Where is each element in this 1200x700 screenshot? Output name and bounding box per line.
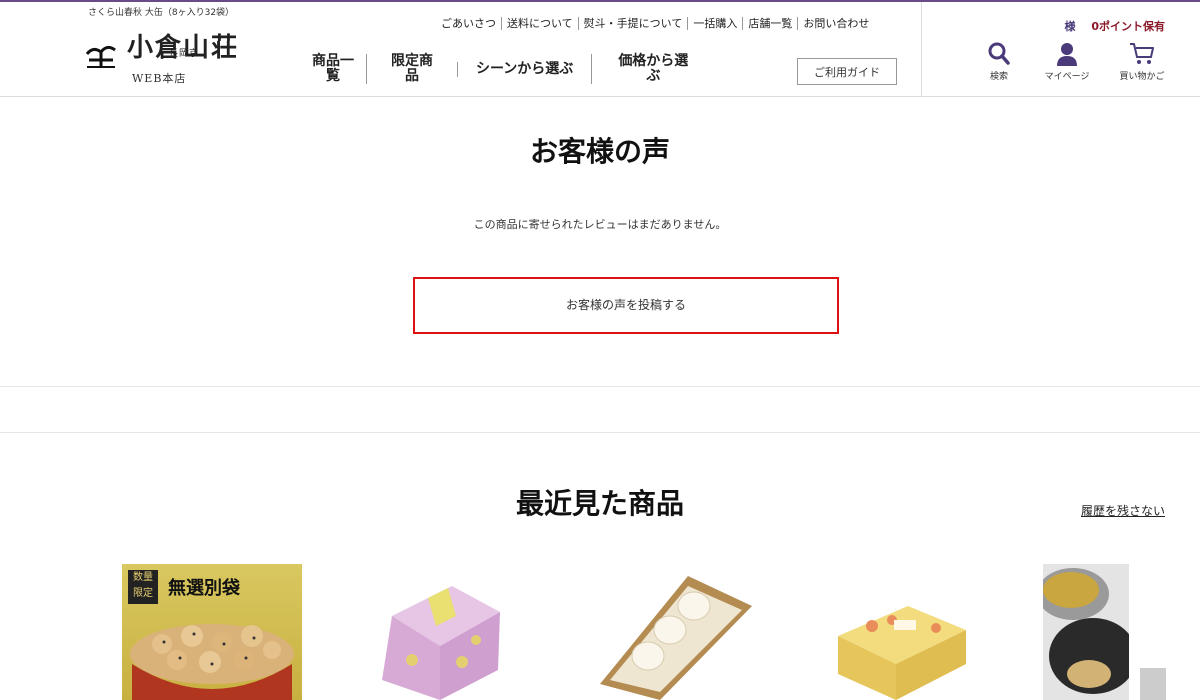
product-3-image <box>600 576 752 700</box>
nav-item-price[interactable]: 価格から選 ぶ <box>591 54 714 84</box>
limited-badge: 数量 限定 <box>128 570 158 604</box>
utility-link-greeting[interactable]: ごあいさつ <box>436 17 501 30</box>
nav-label-line2: 品 <box>405 68 419 84</box>
nav-label-line1: シーンから選ぶ <box>476 60 574 77</box>
clear-history-link[interactable]: 履歴を残さない <box>1081 502 1165 519</box>
reviews-title: お客様の声 <box>529 135 670 168</box>
nav-item-limited[interactable]: 限定商 品 <box>366 54 457 84</box>
search-label: 検索 <box>989 72 1008 82</box>
utility-link-contact[interactable]: お問い合わせ <box>797 17 874 30</box>
utility-link-shipping[interactable]: 送料について <box>501 17 578 30</box>
breadcrumb-tagline: さくら山春秋 大缶（8ヶ入り32袋） <box>88 8 235 18</box>
utility-link-bulk[interactable]: 一括購入 <box>687 17 742 30</box>
nav-label-line1: 限定商 <box>391 53 433 69</box>
product-5-image <box>1043 564 1129 700</box>
logo-web-label: WEB本店 <box>132 72 187 85</box>
user-honorific: 様 <box>1064 20 1076 33</box>
utility-link-noshi[interactable]: 熨斗・手提について <box>577 17 688 30</box>
site-header: さくら山春秋 大缶（8ヶ入り32袋） 長岡京 小倉山荘 WEB本店 ごあいさつ … <box>0 2 1200 97</box>
mypage-button[interactable]: マイページ <box>1037 42 1097 82</box>
main-nav: 商品一 覧 限定商 品 シーンから選ぶ 価格から選 ぶ <box>300 54 714 84</box>
utility-nav: ごあいさつ 送料について 熨斗・手提について 一括購入 店舗一覧 お問い合わせ <box>436 17 874 30</box>
recent-product-5[interactable] <box>1043 564 1129 700</box>
points-balance: 0ポイント保有 <box>1091 20 1165 33</box>
recent-title: 最近見た商品 <box>515 487 684 520</box>
nav-label-line1: 価格から選 <box>618 53 689 69</box>
cart-label: 買い物かご <box>1119 72 1165 82</box>
user-icon <box>1057 43 1077 66</box>
product-2-image <box>382 586 500 700</box>
scroll-to-top-button[interactable] <box>1140 668 1166 700</box>
cart-icon <box>1130 43 1154 64</box>
nav-label-line2: ぶ <box>646 68 661 84</box>
recent-product-2[interactable] <box>372 564 504 700</box>
guide-button[interactable]: ご利用ガイド <box>797 58 897 85</box>
limited-badge-line1: 数量 <box>133 572 153 583</box>
site-logo[interactable]: 長岡京 小倉山荘 WEB本店 <box>85 22 245 85</box>
section-divider <box>0 432 1200 433</box>
nav-item-products[interactable]: 商品一 覧 <box>300 54 366 84</box>
recent-product-1[interactable]: 数量 限定 無選別袋 <box>122 564 302 700</box>
header-divider <box>921 2 922 96</box>
section-divider <box>0 386 1200 387</box>
product-1-image <box>130 624 294 700</box>
limited-badge-line2: 限定 <box>133 588 153 599</box>
mypage-label: マイページ <box>1044 72 1090 82</box>
recent-product-4[interactable] <box>836 564 968 700</box>
search-button[interactable]: 検索 <box>969 42 1029 82</box>
recent-product-3[interactable] <box>598 564 754 700</box>
nav-item-scene[interactable]: シーンから選ぶ <box>457 60 591 77</box>
cart-button[interactable]: 買い物かご <box>1112 42 1172 82</box>
product-1-title: 無選別袋 <box>168 578 240 599</box>
logo-mark-icon <box>85 45 116 68</box>
post-review-button[interactable]: お客様の声を投稿する <box>413 277 839 334</box>
points-status: 様 0ポイント保有 <box>1065 18 1166 34</box>
reviews-empty-message: この商品に寄せられたレビューはまだありません。 <box>473 218 727 231</box>
nav-label-line2: 覧 <box>326 68 340 84</box>
search-icon <box>988 42 1010 65</box>
product-4-image <box>838 606 966 700</box>
logo-title: 小倉山荘 <box>127 33 240 63</box>
nav-label-line1: 商品一 <box>312 53 354 69</box>
utility-link-stores[interactable]: 店舗一覧 <box>742 17 797 30</box>
